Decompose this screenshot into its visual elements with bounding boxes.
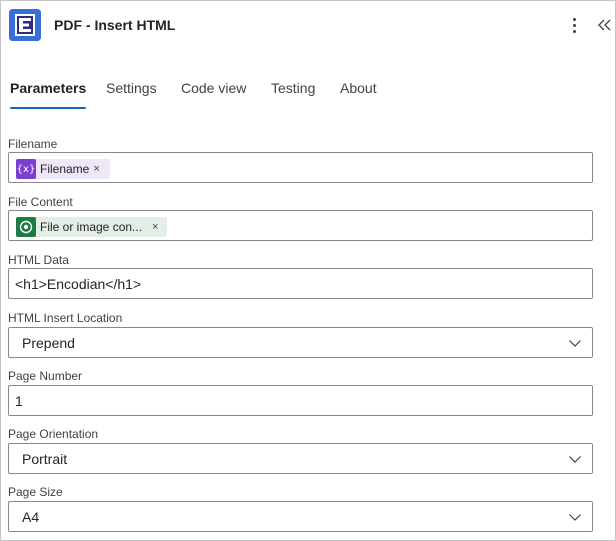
file-content-label: File Content	[8, 195, 73, 209]
html-data-label: HTML Data	[8, 253, 69, 267]
sharepoint-icon	[16, 217, 36, 237]
action-panel: PDF - Insert HTML Parameters Settings Co…	[0, 0, 616, 541]
tab-code-view[interactable]: Code view	[181, 77, 246, 109]
tab-bar: Parameters Settings Code view Testing Ab…	[1, 77, 615, 109]
page-number-field[interactable]: 1	[8, 385, 593, 416]
tab-settings[interactable]: Settings	[106, 77, 157, 109]
chevron-down-icon	[569, 340, 581, 347]
html-data-field[interactable]: <h1>Encodian</h1>	[8, 268, 593, 299]
tab-testing[interactable]: Testing	[271, 77, 315, 109]
html-data-value: <h1>Encodian</h1>	[15, 276, 142, 292]
page-number-value: 1	[15, 393, 23, 409]
html-insert-location-value: Prepend	[22, 335, 75, 351]
chevron-down-icon	[569, 514, 581, 521]
page-size-select[interactable]: A4	[8, 501, 593, 532]
expression-icon: {x}	[16, 159, 36, 179]
filename-token[interactable]: {x} Filename ×	[16, 159, 110, 179]
filename-label: Filename	[8, 137, 58, 151]
file-content-token[interactable]: File or image con... ×	[16, 217, 167, 237]
page-orientation-value: Portrait	[22, 451, 68, 467]
page-size-value: A4	[22, 509, 40, 525]
file-content-token-label: File or image con...	[40, 220, 143, 234]
html-insert-location-label: HTML Insert Location	[8, 311, 123, 325]
chevron-down-icon	[569, 456, 581, 463]
double-chevron-left-icon[interactable]	[595, 13, 615, 37]
tab-parameters[interactable]: Parameters	[10, 77, 87, 109]
file-content-token-remove-icon[interactable]: ×	[142, 221, 162, 233]
page-orientation-label: Page Orientation	[8, 427, 99, 441]
encodian-logo-icon	[9, 9, 41, 41]
filename-token-label: Filename	[40, 162, 90, 176]
more-vertical-icon[interactable]	[563, 13, 585, 37]
panel-title: PDF - Insert HTML	[54, 17, 176, 33]
tab-about[interactable]: About	[340, 77, 377, 109]
panel-header: PDF - Insert HTML	[1, 1, 615, 49]
filename-token-remove-icon[interactable]: ×	[89, 163, 103, 175]
page-orientation-select[interactable]: Portrait	[8, 443, 593, 474]
page-number-label: Page Number	[8, 369, 83, 383]
filename-field[interactable]: {x} Filename ×	[8, 152, 593, 183]
file-content-field[interactable]: File or image con... ×	[8, 210, 593, 241]
html-insert-location-select[interactable]: Prepend	[8, 327, 593, 358]
page-size-label: Page Size	[8, 485, 63, 499]
